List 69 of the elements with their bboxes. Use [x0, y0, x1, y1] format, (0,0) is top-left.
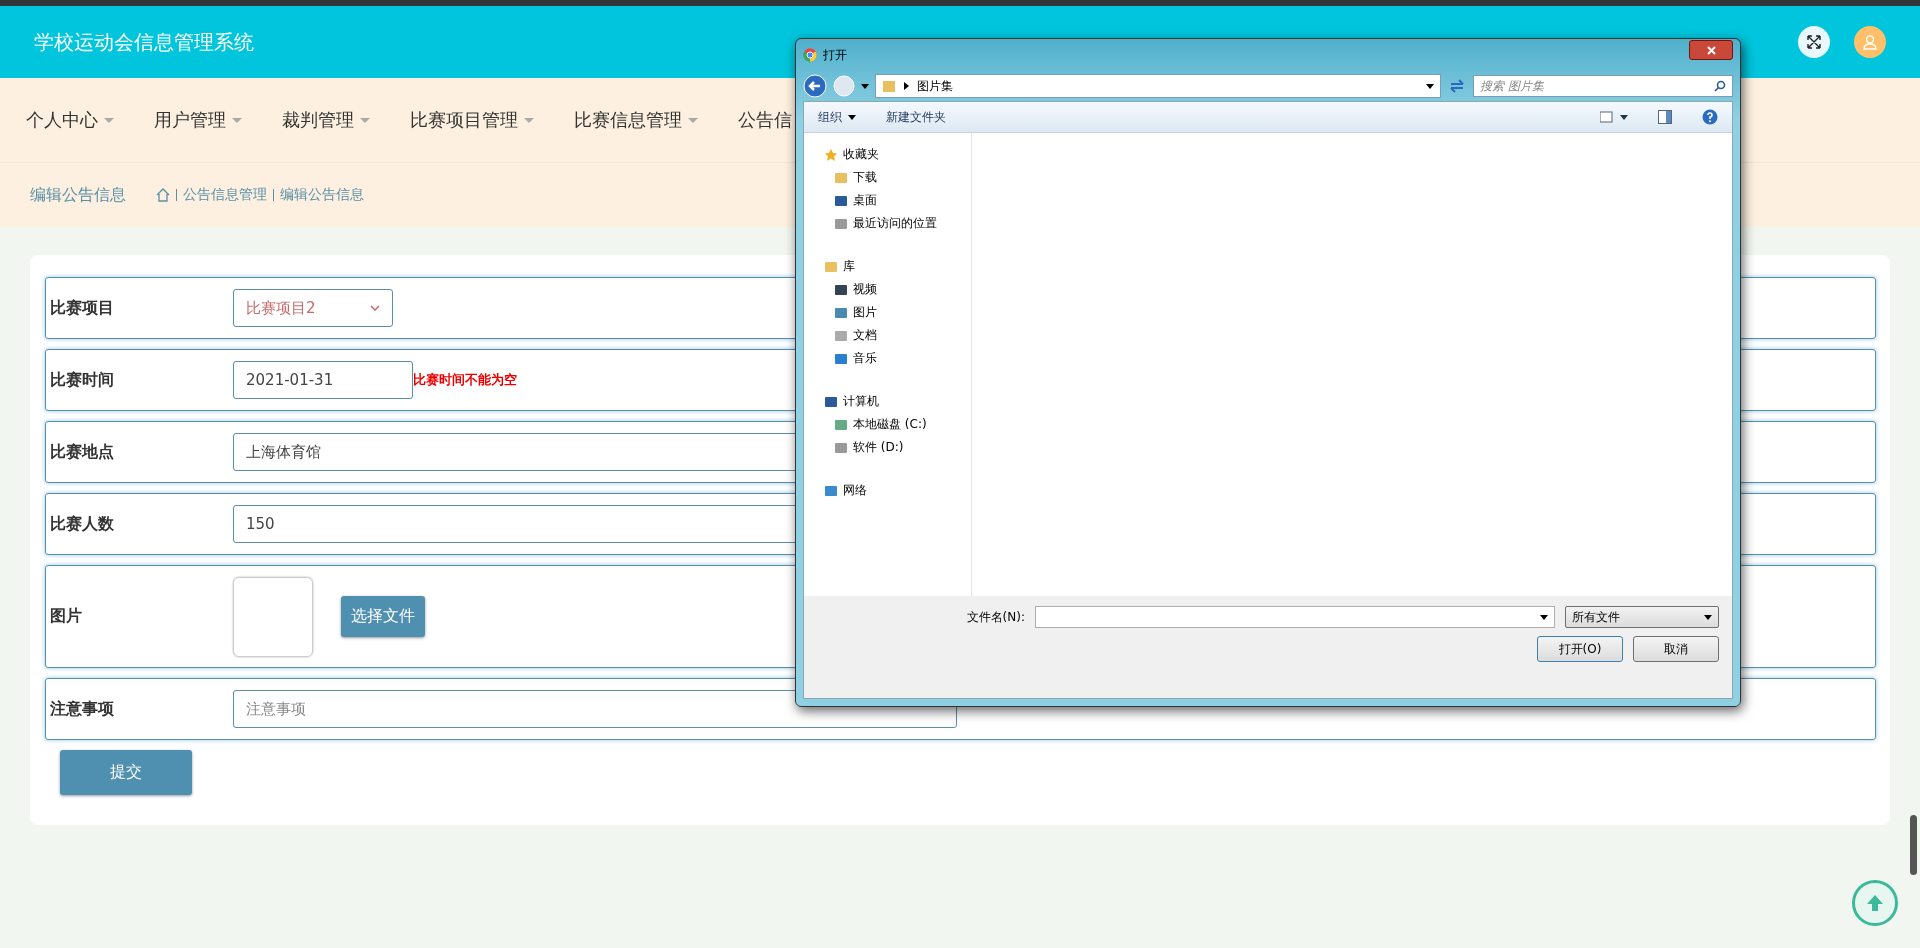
choose-file-button[interactable]: 选择文件: [341, 596, 425, 637]
dropdown-caret-icon: [1426, 83, 1434, 89]
nav-tree-item[interactable]: 最近访问的位置: [804, 212, 971, 235]
nav-tree-item[interactable]: 图片: [804, 301, 971, 324]
nav-tree-item[interactable]: 桌面: [804, 189, 971, 212]
filename-field[interactable]: [1035, 606, 1555, 628]
nav-tree-item[interactable]: 下载: [804, 166, 971, 189]
nav-tree-item[interactable]: 网络: [804, 479, 971, 502]
nav-tree-item[interactable]: 音乐: [804, 347, 971, 370]
nav-tree-item[interactable]: 本地磁盘 (C:): [804, 413, 971, 436]
arrow-up-icon: [1865, 893, 1885, 913]
browser-logo-icon: [803, 48, 817, 62]
expand-icon: [1806, 34, 1822, 50]
dropdown-caret-icon: [848, 114, 856, 120]
home-icon[interactable]: [156, 188, 170, 202]
chevron-down-icon: [370, 305, 380, 311]
submit-button[interactable]: 提交: [60, 750, 192, 795]
filename-label: 文件名(N):: [966, 608, 1025, 626]
field-label: 比赛时间: [50, 369, 115, 391]
caret-icon: [232, 117, 242, 123]
dialog-title: 打开: [823, 46, 847, 64]
error-message: 比赛时间不能为空: [413, 371, 517, 389]
help-icon[interactable]: [1702, 109, 1718, 125]
nav-menu-item[interactable]: 比赛信息管理: [574, 108, 698, 132]
preview-pane-icon[interactable]: [1658, 110, 1672, 124]
star-icon: [824, 147, 838, 162]
nav-tree-item[interactable]: 视频: [804, 278, 971, 301]
avatar-button[interactable]: [1854, 26, 1886, 58]
fullscreen-button[interactable]: [1798, 26, 1830, 58]
select-field[interactable]: 比赛项目2: [233, 289, 393, 327]
address-text: 图片集: [917, 77, 953, 95]
user-icon: [1862, 34, 1878, 50]
new-folder-button[interactable]: 新建文件夹: [886, 108, 946, 126]
nav-tree-item[interactable]: 文档: [804, 324, 971, 347]
caret-icon: [524, 117, 534, 123]
organize-menu[interactable]: 组织: [818, 108, 856, 126]
file-type-select[interactable]: 所有文件: [1565, 606, 1719, 628]
view-options-icon[interactable]: [1600, 111, 1628, 123]
nav-menu-item[interactable]: 个人中心: [26, 108, 114, 132]
input-field[interactable]: 2021-01-31: [233, 361, 413, 399]
nav-menu-item[interactable]: 用户管理: [154, 108, 242, 132]
close-button[interactable]: [1689, 40, 1733, 60]
breadcrumb-arrow-icon: [904, 82, 909, 90]
search-field[interactable]: 搜索 图片集: [1473, 75, 1733, 97]
open-button[interactable]: 打开(O): [1537, 636, 1623, 662]
close-icon: [1706, 45, 1716, 55]
nav-tree-item[interactable]: 库: [804, 255, 971, 278]
field-label: 比赛地点: [50, 441, 115, 463]
search-icon: [1714, 80, 1726, 92]
scrollbar-thumb[interactable]: [1910, 815, 1917, 875]
dropdown-caret-icon: [1704, 614, 1712, 620]
field-label: 比赛项目: [50, 297, 115, 319]
caret-icon: [360, 117, 370, 123]
field-label: 图片: [50, 606, 83, 627]
address-bar[interactable]: 图片集: [875, 74, 1441, 98]
dropdown-caret-icon: [1540, 614, 1548, 620]
page-title: 编辑公告信息: [30, 184, 126, 206]
nav-menu-item[interactable]: 裁判管理: [282, 108, 370, 132]
caret-icon: [104, 117, 114, 123]
nav-tree-item[interactable]: 计算机: [804, 390, 971, 413]
cancel-button[interactable]: 取消: [1633, 636, 1719, 662]
caret-icon: [688, 117, 698, 123]
nav-menu-item[interactable]: 比赛项目管理: [410, 108, 534, 132]
back-to-top-button[interactable]: [1852, 880, 1898, 926]
field-label: 注意事项: [50, 698, 115, 720]
field-label: 比赛人数: [50, 513, 115, 535]
nav-tree-item[interactable]: 收藏夹: [804, 143, 971, 166]
app-title: 学校运动会信息管理系统: [34, 28, 254, 56]
history-caret-icon: [861, 83, 869, 89]
